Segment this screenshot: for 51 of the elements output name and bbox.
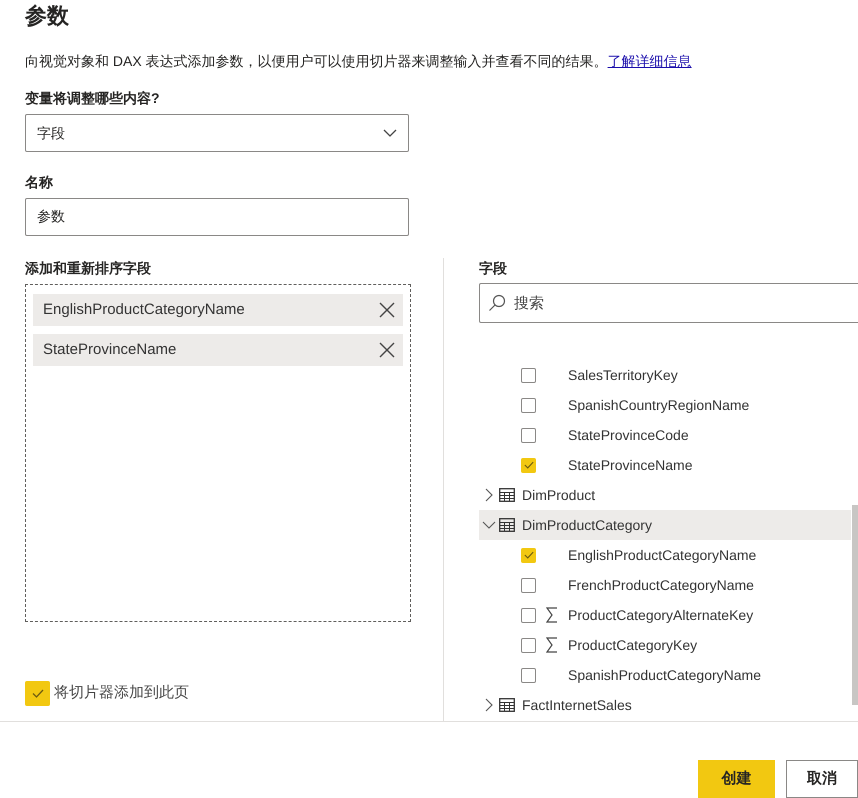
dialog-title: 参数 xyxy=(25,2,69,30)
table-row[interactable]: DimProductCategory xyxy=(479,510,851,540)
table-icon xyxy=(499,488,515,502)
field-label: 变量将调整哪些内容? xyxy=(25,89,160,108)
variable-dropdown[interactable]: 字段 xyxy=(25,114,409,152)
name-input-field[interactable]: 参数 xyxy=(25,198,409,236)
description-text: 向视觉对象和 DAX 表达式添加参数，以便用户可以使用切片器来调整输入并查看不同的结果。 xyxy=(25,53,608,69)
checkbox[interactable] xyxy=(521,428,536,442)
checkbox[interactable] xyxy=(521,578,536,592)
field-chip[interactable]: StateProvinceName xyxy=(33,334,403,366)
section-label: 添加和重新排序字段 xyxy=(25,259,151,278)
cancel-button[interactable]: 取消 xyxy=(786,760,858,798)
field-name[interactable]: StateProvinceCode xyxy=(568,424,689,446)
field-name[interactable]: FrenchProductCategoryName xyxy=(568,574,754,596)
checkbox[interactable] xyxy=(521,608,536,622)
close-icon[interactable] xyxy=(379,342,395,358)
section-label: 字段 xyxy=(479,259,507,278)
scrollbar[interactable] xyxy=(852,505,858,705)
checkbox[interactable] xyxy=(521,398,536,412)
chevron-down-icon xyxy=(383,129,397,137)
dropdown-value: 字段 xyxy=(37,124,65,142)
field-label: 名称 xyxy=(25,173,53,192)
search-icon xyxy=(488,294,506,312)
checkbox[interactable] xyxy=(521,548,536,562)
checkbox[interactable] xyxy=(521,368,536,382)
field-name[interactable]: ProductCategoryAlternateKey xyxy=(568,604,754,626)
checkbox[interactable] xyxy=(521,638,536,652)
check-icon xyxy=(524,551,534,559)
check-icon xyxy=(32,689,44,698)
checkbox[interactable] xyxy=(521,458,536,472)
field-name[interactable]: ProductCategoryKey xyxy=(568,634,698,656)
field-name[interactable]: EnglishProductCategoryName xyxy=(568,544,756,566)
field-name[interactable]: SalesTerritoryKey xyxy=(568,364,678,386)
create-button[interactable]: 创建 xyxy=(698,760,775,798)
field-chip[interactable]: EnglishProductCategoryName xyxy=(33,294,403,326)
checkbox[interactable] xyxy=(25,681,50,706)
table-icon xyxy=(499,698,515,712)
check-icon xyxy=(524,461,534,469)
table-row[interactable]: DimProduct xyxy=(479,480,851,510)
sigma-icon xyxy=(546,607,558,623)
table-icon xyxy=(499,518,515,532)
sigma-icon xyxy=(546,637,558,653)
learn-more-link[interactable]: 了解详细信息 xyxy=(608,53,692,69)
close-icon[interactable] xyxy=(379,302,395,318)
field-name[interactable]: SpanishProductCategoryName xyxy=(568,664,761,686)
field-name[interactable]: StateProvinceName xyxy=(568,454,693,476)
field-name[interactable]: SpanishCountryRegionName xyxy=(568,394,750,416)
search-field[interactable]: 搜索 xyxy=(479,283,858,323)
table-row[interactable]: FactInternetSales xyxy=(479,690,851,720)
checkbox-label: 将切片器添加到此页 xyxy=(54,683,189,704)
checkbox[interactable] xyxy=(521,668,536,682)
